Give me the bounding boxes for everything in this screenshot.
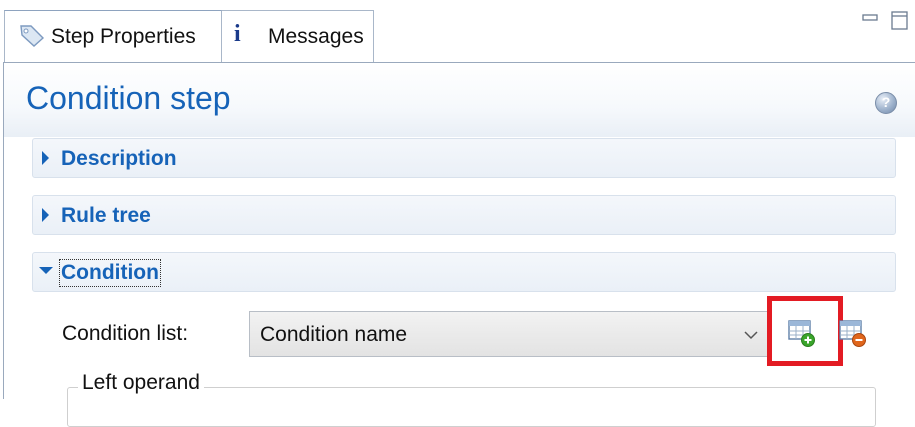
tab-messages[interactable]: i Messages	[222, 10, 374, 62]
page-title: Condition step	[26, 80, 231, 116]
maximize-icon[interactable]	[890, 10, 910, 32]
expand-triangle-icon	[42, 151, 49, 165]
left-operand-label: Left operand	[78, 371, 204, 395]
info-icon: i	[234, 21, 241, 47]
tab-messages-label: Messages	[268, 25, 364, 48]
tab-step-properties-label: Step Properties	[51, 25, 196, 48]
add-condition-icon[interactable]	[787, 318, 817, 348]
condition-list-dropdown[interactable]: Condition name	[249, 311, 768, 357]
panel-header: Condition step ?	[4, 63, 915, 137]
section-condition[interactable]: Condition	[32, 252, 896, 292]
view-tab-bar: Step Properties i Messages	[0, 0, 915, 62]
help-icon[interactable]: ?	[875, 92, 897, 114]
section-condition-label: Condition	[59, 259, 161, 287]
section-description[interactable]: Description	[32, 138, 896, 178]
minimize-icon[interactable]	[862, 10, 880, 28]
expand-triangle-icon	[42, 208, 49, 222]
condition-list-label: Condition list:	[62, 322, 189, 345]
chevron-down-icon	[744, 331, 758, 340]
section-rule-tree[interactable]: Rule tree	[32, 195, 896, 235]
tab-step-properties[interactable]: Step Properties	[4, 10, 222, 62]
collapse-triangle-icon	[39, 267, 53, 274]
help-icon-glyph: ?	[881, 94, 891, 110]
section-description-label: Description	[61, 147, 177, 170]
section-rule-tree-label: Rule tree	[61, 204, 151, 227]
tag-icon	[20, 25, 45, 47]
condition-list-value: Condition name	[260, 323, 408, 346]
remove-condition-icon[interactable]	[838, 318, 868, 348]
